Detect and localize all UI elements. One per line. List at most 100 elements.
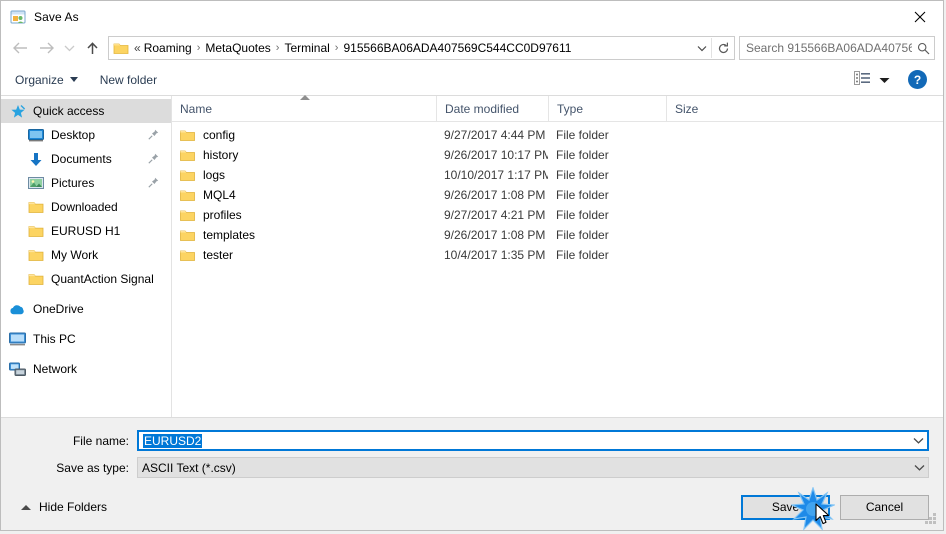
cell-date-modified: 9/26/2017 1:08 PM xyxy=(444,228,546,242)
table-row[interactable]: config 9/27/2017 4:44 PM File folder xyxy=(172,125,943,145)
address-bar[interactable]: « Roaming › MetaQuotes › Terminal › 9155… xyxy=(108,36,735,60)
column-header-type[interactable]: Type xyxy=(548,96,666,121)
chevron-down-icon xyxy=(879,73,890,87)
pin-icon[interactable] xyxy=(148,177,159,188)
filename-row: File name: EURUSD2 xyxy=(15,430,929,451)
cell-name-label: history xyxy=(203,148,239,162)
sidebar-item-label: QuantAction Signal xyxy=(51,272,154,286)
organize-button[interactable]: Organize xyxy=(15,73,78,87)
breadcrumb-item-3[interactable]: 915566BA06ADA407569C544CC0D97611 xyxy=(341,41,573,55)
chevron-down-icon[interactable] xyxy=(910,437,927,444)
forward-button[interactable] xyxy=(33,35,59,61)
sidebar-item-label: Quick access xyxy=(33,104,105,118)
cell-name-label: profiles xyxy=(203,208,242,222)
chevron-up-icon xyxy=(21,504,31,510)
search-icon[interactable] xyxy=(912,42,934,55)
column-header-size[interactable]: Size xyxy=(666,96,746,121)
folder-icon xyxy=(113,41,129,55)
sidebar-item-onedrive[interactable]: OneDrive xyxy=(1,297,171,321)
breadcrumb-separator-1[interactable]: › xyxy=(273,42,283,54)
close-icon[interactable] xyxy=(897,1,943,32)
sidebar-item-documents[interactable]: Documents xyxy=(1,147,171,171)
folder-icon xyxy=(27,199,44,215)
breadcrumb-item-0[interactable]: Roaming xyxy=(142,41,194,55)
cell-name: config xyxy=(172,128,436,142)
view-layout-icon xyxy=(854,71,872,88)
cell-type: File folder xyxy=(556,208,609,222)
cell-name: history xyxy=(172,148,436,162)
column-header-name[interactable]: Name xyxy=(172,95,436,121)
breadcrumb-item-2[interactable]: Terminal xyxy=(282,41,331,55)
sidebar-item-this-pc[interactable]: This PC xyxy=(1,327,171,351)
chevron-down-icon[interactable] xyxy=(693,38,711,58)
sidebar-item-my-work[interactable]: My Work xyxy=(1,243,171,267)
column-header-name-label: Name xyxy=(180,101,213,116)
breadcrumb-item-1[interactable]: MetaQuotes xyxy=(203,41,272,55)
search-input[interactable]: Search 915566BA06ADA40756... xyxy=(740,41,912,55)
cell-type: File folder xyxy=(556,248,609,262)
sidebar-item-desktop[interactable]: Desktop xyxy=(1,123,171,147)
back-button[interactable] xyxy=(7,35,33,61)
sidebar-item-pictures[interactable]: Pictures xyxy=(1,171,171,195)
filename-input[interactable]: EURUSD2 xyxy=(137,430,929,451)
sidebar-item-label: Downloaded xyxy=(51,200,118,214)
cancel-button[interactable]: Cancel xyxy=(840,494,929,520)
filetype-label: Save as type: xyxy=(56,460,129,475)
this-pc-icon xyxy=(9,331,26,347)
breadcrumb: « Roaming › MetaQuotes › Terminal › 9155… xyxy=(133,41,693,55)
sidebar-item-downloaded[interactable]: Downloaded xyxy=(1,195,171,219)
cancel-label: Cancel xyxy=(865,500,904,514)
resize-grip-icon[interactable] xyxy=(925,513,937,525)
save-button[interactable]: Save xyxy=(741,494,830,520)
command-toolbar: Organize New folder ? xyxy=(1,64,943,96)
desktop-icon xyxy=(27,127,44,143)
cell-type: File folder xyxy=(556,228,609,242)
sidebar-item-quick-access[interactable]: Quick access xyxy=(1,99,171,123)
change-view-button[interactable] xyxy=(854,71,890,88)
onedrive-cloud-icon xyxy=(9,301,26,317)
cell-name-label: tester xyxy=(203,248,234,262)
refresh-icon[interactable] xyxy=(711,38,734,58)
table-row[interactable]: tester 10/4/2017 1:35 PM File folder xyxy=(172,245,943,265)
sidebar-item-quantaction-signal[interactable]: QuantAction Signal xyxy=(1,267,171,291)
chevron-down-icon[interactable] xyxy=(911,464,928,471)
new-folder-button[interactable]: New folder xyxy=(100,73,157,87)
pin-icon[interactable] xyxy=(148,129,159,140)
help-icon[interactable]: ? xyxy=(908,70,927,89)
up-button[interactable] xyxy=(79,35,105,61)
sidebar-item-eurusd-h1[interactable]: EURUSD H1 xyxy=(1,219,171,243)
search-box[interactable]: Search 915566BA06ADA40756... xyxy=(739,36,935,60)
sidebar-item-network[interactable]: Network xyxy=(1,357,171,381)
cell-type: File folder xyxy=(556,148,609,162)
table-row[interactable]: logs 10/10/2017 1:17 PM File folder xyxy=(172,165,943,185)
column-header-date-modified[interactable]: Date modified xyxy=(436,96,548,121)
recent-locations-button[interactable] xyxy=(59,35,79,61)
cell-date-modified: 9/26/2017 10:17 PM xyxy=(444,148,548,162)
breadcrumb-separator-2[interactable]: › xyxy=(332,42,342,54)
hide-folders-button[interactable]: Hide Folders xyxy=(15,500,107,514)
sort-ascending-icon xyxy=(300,95,310,100)
folder-icon xyxy=(180,129,195,142)
chevron-down-icon xyxy=(69,77,78,82)
help-label: ? xyxy=(913,72,922,87)
cell-name: MQL4 xyxy=(172,188,436,202)
table-row[interactable]: history 9/26/2017 10:17 PM File folder xyxy=(172,145,943,165)
breadcrumb-overflow[interactable]: « xyxy=(133,41,142,55)
breadcrumb-separator-0[interactable]: › xyxy=(194,42,204,54)
filetype-select[interactable]: ASCII Text (*.csv) xyxy=(137,457,929,478)
table-row[interactable]: MQL4 9/26/2017 1:08 PM File folder xyxy=(172,185,943,205)
column-header-date-label: Date modified xyxy=(445,101,520,116)
folder-icon xyxy=(180,149,195,162)
cell-type: File folder xyxy=(556,168,609,182)
table-row[interactable]: profiles 9/27/2017 4:21 PM File folder xyxy=(172,205,943,225)
file-rows: config 9/27/2017 4:44 PM File folder histor… xyxy=(172,122,943,417)
folder-icon xyxy=(180,229,195,242)
table-row[interactable]: templates 9/26/2017 1:08 PM File folder xyxy=(172,225,943,245)
folder-icon xyxy=(27,247,44,263)
dialog-footer: Hide Folders Save Cancel xyxy=(1,484,943,530)
sidebar-item-label: My Work xyxy=(51,248,99,262)
dialog-body: Quick access Desktop Documents Pictures Down… xyxy=(1,95,943,417)
cell-type: File folder xyxy=(556,188,609,202)
sidebar-item-label: Desktop xyxy=(51,128,96,142)
pin-icon[interactable] xyxy=(148,153,159,164)
